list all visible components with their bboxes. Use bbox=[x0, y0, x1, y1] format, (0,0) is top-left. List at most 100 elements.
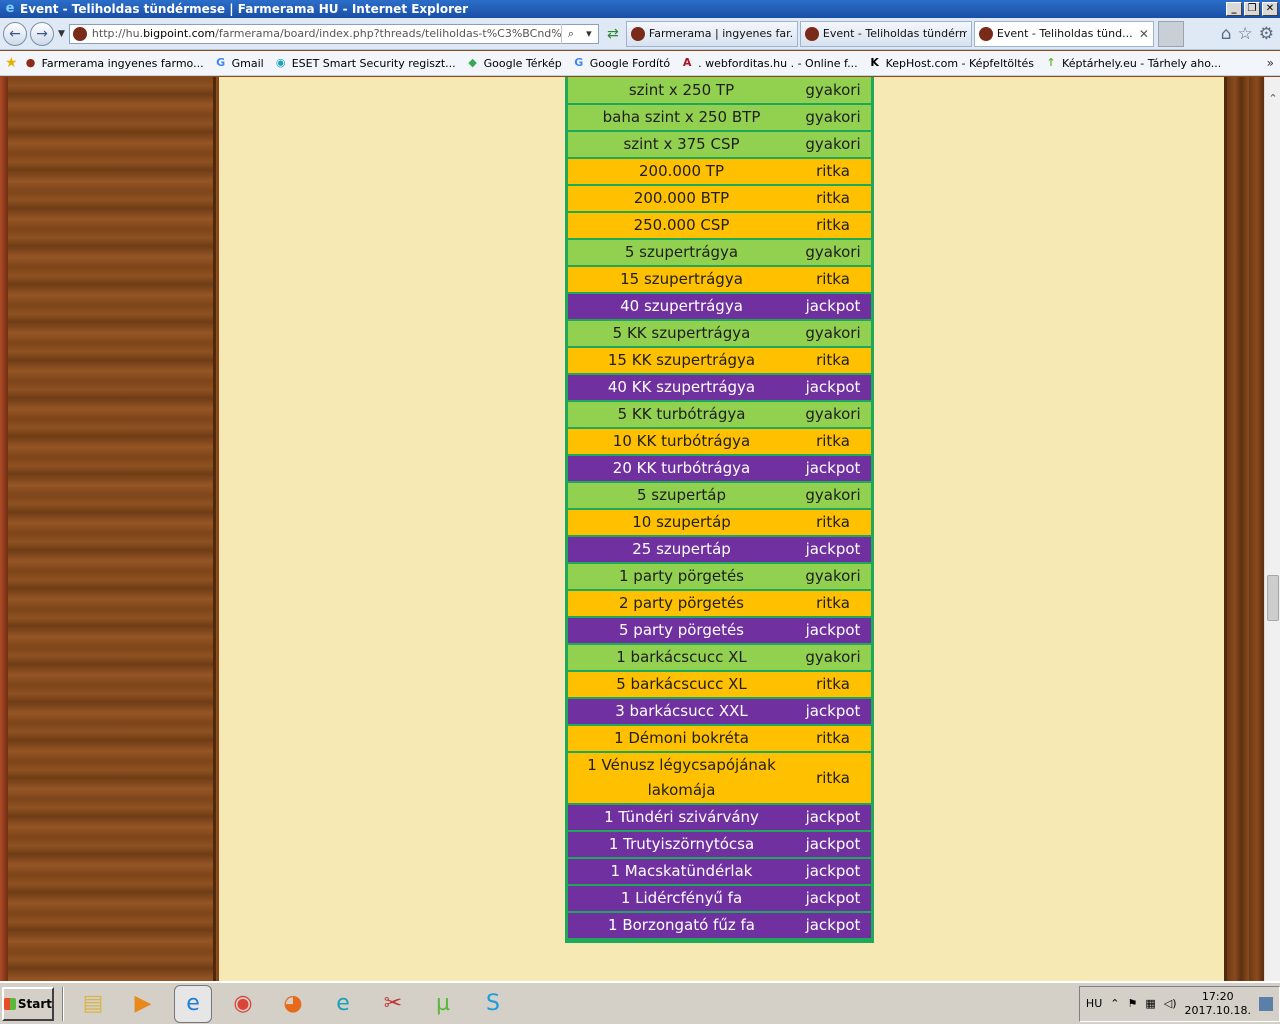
volume-icon[interactable]: ◁) bbox=[1164, 997, 1177, 1010]
favorite-link[interactable]: ◉ ESET Smart Security regiszt... bbox=[274, 56, 456, 70]
loot-table: szint x 250 TP gyakori baha szint x 250 BT… bbox=[565, 77, 874, 943]
reward-item: 15 KK szupertrágya bbox=[607, 351, 756, 369]
table-row: 15 KK szupertrágya ritka bbox=[568, 348, 871, 373]
favorite-link[interactable]: K KepHost.com - Képfeltöltés bbox=[868, 56, 1034, 70]
window-titlebar: e Event - Teliholdas tündérmese | Farmer… bbox=[0, 0, 1280, 18]
table-row: 40 KK szupertrágya jackpot bbox=[568, 375, 871, 400]
system-tray: HU ⌃ ⚑ ▦ ◁) 17:20 2017.10.18. bbox=[1078, 985, 1280, 1022]
favorite-label: Gmail bbox=[231, 56, 264, 70]
scroll-up-icon[interactable]: ⌃ bbox=[1265, 91, 1280, 107]
taskbar: Start ▤ ▶ e ◉ ◕ e ✂ µ S HU ⌃ ⚑ ▦ ◁) 17:20 2017.1… bbox=[0, 981, 1280, 1024]
close-button[interactable]: ✕ bbox=[1262, 2, 1278, 16]
tab-event-active[interactable]: Event - Teliholdas tünd... ✕ bbox=[973, 20, 1154, 47]
internet-explorer-icon[interactable]: e bbox=[174, 984, 212, 1023]
forward-button[interactable]: → bbox=[30, 21, 54, 46]
reward-item: 5 party pörgetés bbox=[619, 621, 744, 639]
new-tab-button[interactable] bbox=[1157, 20, 1184, 47]
table-row: 1 Borzongató fűz fa jackpot bbox=[568, 913, 871, 938]
favorites-star-icon[interactable]: ★ bbox=[5, 55, 18, 71]
address-bar[interactable]: http://hu.bigpoint.com/farmerama/board/i… bbox=[68, 23, 599, 44]
navigation-bar: ← → ▼ http://hu.bigpoint.com/farmerama/b… bbox=[0, 18, 1280, 50]
webforditas-icon: A bbox=[682, 56, 692, 69]
maps-icon: ◆ bbox=[468, 56, 477, 69]
reward-rarity: ritka bbox=[816, 216, 850, 234]
favorite-link[interactable]: ◆ Google Térkép bbox=[466, 56, 561, 70]
table-row: 1 Lidércfényű fa jackpot bbox=[568, 886, 871, 911]
reward-item: 5 szupertrágya bbox=[624, 243, 739, 261]
vertical-scrollbar[interactable]: ⌃ bbox=[1264, 77, 1280, 981]
reward-rarity: jackpot bbox=[805, 459, 861, 477]
history-dropdown-icon[interactable]: ▼ bbox=[58, 29, 65, 39]
refresh-icon[interactable]: ⇄ bbox=[602, 23, 624, 45]
table-row: 40 szupertrágya jackpot bbox=[568, 294, 871, 319]
media-player-icon[interactable]: ▶ bbox=[124, 985, 162, 1023]
start-button[interactable]: Start bbox=[2, 986, 54, 1021]
network-icon[interactable]: ▦ bbox=[1145, 997, 1155, 1010]
favorite-link[interactable]: A . webforditas.hu . - Online f... bbox=[680, 56, 858, 70]
address-url[interactable]: http://hu.bigpoint.com/farmerama/board/i… bbox=[92, 27, 561, 40]
table-row: 25 szupertáp jackpot bbox=[568, 537, 871, 562]
reward-item: 1 Démoni bokréta bbox=[614, 729, 749, 747]
reward-rarity: gyakori bbox=[805, 567, 861, 585]
reward-item: 1 Lidércfényű fa bbox=[620, 889, 743, 907]
tab-event-1[interactable]: Event - Teliholdas tündérm... bbox=[799, 20, 972, 47]
snipping-tool-icon[interactable]: ✂ bbox=[374, 985, 412, 1023]
table-row: 5 KK turbótrágya gyakori bbox=[568, 402, 871, 427]
content-area: szint x 250 TP gyakori baha szint x 250 BT… bbox=[219, 77, 1224, 981]
file-explorer-icon[interactable]: ▤ bbox=[74, 985, 112, 1023]
restore-button[interactable]: ❐ bbox=[1244, 2, 1260, 16]
favorite-link[interactable]: G Gmail bbox=[214, 56, 264, 70]
utorrent-icon[interactable]: µ bbox=[424, 985, 462, 1023]
reward-rarity: ritka bbox=[816, 270, 850, 288]
window-title: Event - Teliholdas tündérmese | Farmeram… bbox=[20, 2, 469, 16]
reward-item: 200.000 BTP bbox=[633, 189, 730, 207]
tray-expand-icon[interactable]: ⌃ bbox=[1110, 997, 1119, 1010]
tab-favicon-icon bbox=[630, 26, 645, 41]
favorites-star-icon[interactable]: ☆ bbox=[1238, 24, 1253, 44]
favorites-overflow-icon[interactable]: » bbox=[1267, 56, 1274, 70]
scroll-down-icon[interactable] bbox=[1265, 961, 1280, 977]
favorite-link[interactable]: G Google Fordító bbox=[572, 56, 670, 70]
reward-rarity: ritka bbox=[816, 432, 850, 450]
favorite-link[interactable]: ↑ Képtárhely.eu - Tárhely aho... bbox=[1044, 56, 1221, 70]
table-row: 200.000 BTP ritka bbox=[568, 186, 871, 211]
reward-rarity: jackpot bbox=[805, 808, 861, 826]
tab-favicon-icon bbox=[978, 26, 993, 41]
flag-icon[interactable]: ⚑ bbox=[1127, 997, 1137, 1010]
back-button[interactable]: ← bbox=[3, 21, 27, 46]
language-indicator[interactable]: HU bbox=[1086, 997, 1102, 1010]
tab-farmerama[interactable]: Farmerama | ingyenes far... bbox=[625, 20, 798, 47]
gear-icon[interactable]: ⚙ bbox=[1259, 24, 1274, 44]
eset-icon: ◉ bbox=[275, 56, 286, 69]
reward-rarity: jackpot bbox=[805, 835, 861, 853]
reward-rarity: ritka bbox=[816, 594, 850, 612]
table-row: 1 barkácscucc XL gyakori bbox=[568, 645, 871, 670]
reward-rarity: jackpot bbox=[805, 378, 861, 396]
home-icon[interactable]: ⌂ bbox=[1221, 24, 1232, 44]
minimize-button[interactable]: _ bbox=[1226, 2, 1242, 16]
scroll-thumb[interactable] bbox=[1267, 575, 1279, 621]
chrome-icon[interactable]: ◉ bbox=[224, 985, 262, 1023]
reward-item: 40 szupertrágya bbox=[620, 297, 743, 315]
tab-close-icon[interactable]: ✕ bbox=[1139, 27, 1149, 41]
table-row: 15 szupertrágya ritka bbox=[568, 267, 871, 292]
reward-item: 5 KK szupertrágya bbox=[612, 324, 751, 342]
edge-icon[interactable]: e bbox=[324, 985, 362, 1023]
favorite-label: KepHost.com - Képfeltöltés bbox=[885, 56, 1035, 70]
search-icon[interactable]: ⌕ bbox=[562, 27, 580, 41]
tab-favicon-icon bbox=[804, 26, 819, 41]
table-row: 200.000 TP ritka bbox=[568, 159, 871, 184]
reward-item: 1 barkácscucc XL bbox=[616, 648, 747, 666]
reward-item: 10 szupertáp bbox=[632, 513, 731, 531]
reward-item: 200.000 TP bbox=[638, 162, 724, 180]
show-desktop-icon[interactable] bbox=[1259, 996, 1273, 1011]
window-controls: _ ❐ ✕ bbox=[1226, 2, 1278, 16]
favorite-link[interactable]: ● Farmerama ingyenes farmo... bbox=[24, 56, 204, 70]
clock[interactable]: 17:20 2017.10.18. bbox=[1185, 990, 1251, 1018]
address-dropdown-icon[interactable]: ▾ bbox=[580, 27, 598, 40]
reward-rarity: gyakori bbox=[805, 80, 861, 99]
reward-rarity: gyakori bbox=[805, 324, 861, 342]
skype-icon[interactable]: S bbox=[474, 985, 512, 1023]
favorite-label: . webforditas.hu . - Online f... bbox=[698, 56, 858, 70]
firefox-icon[interactable]: ◕ bbox=[274, 985, 312, 1023]
